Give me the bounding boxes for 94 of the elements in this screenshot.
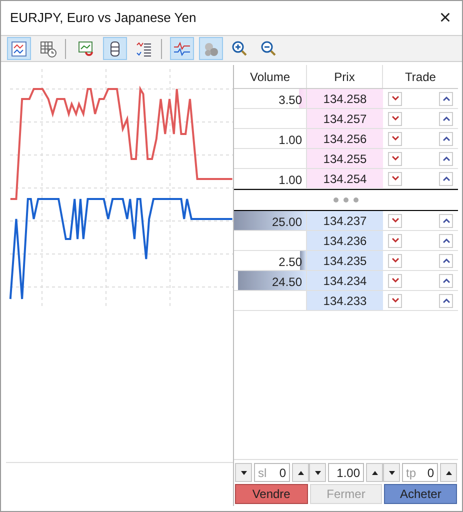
down-triangle-icon bbox=[388, 470, 394, 474]
sell-button[interactable] bbox=[388, 152, 402, 166]
chart-icon bbox=[10, 40, 28, 58]
decrease-button[interactable] bbox=[383, 463, 400, 482]
column-header: Volume bbox=[250, 68, 290, 86]
ellipsis-icon bbox=[333, 197, 359, 203]
buy-button[interactable] bbox=[439, 92, 453, 106]
buy-button[interactable] bbox=[439, 132, 453, 146]
volume-cell-text: 1.00 bbox=[278, 132, 302, 149]
chevron-up-icon bbox=[442, 176, 450, 181]
chevron-up-icon bbox=[442, 116, 450, 121]
chevron-down-icon bbox=[392, 298, 398, 303]
increase-button[interactable] bbox=[366, 463, 383, 482]
chevron-up-icon bbox=[442, 258, 450, 263]
toolbar-button[interactable] bbox=[103, 37, 127, 60]
sell-button[interactable]: Vendre bbox=[235, 484, 308, 504]
sell-button[interactable] bbox=[388, 254, 402, 268]
zoom-in-icon bbox=[231, 40, 249, 58]
sell-button[interactable] bbox=[388, 172, 402, 186]
buy-button[interactable] bbox=[439, 234, 453, 248]
column-header: Prix bbox=[334, 68, 355, 86]
volume-cell-text: 24.50 bbox=[272, 274, 302, 291]
up-triangle-icon bbox=[298, 470, 304, 474]
buy-button[interactable]: Acheter bbox=[384, 484, 458, 504]
sell-button[interactable] bbox=[388, 92, 402, 106]
toolbar-button[interactable] bbox=[170, 37, 194, 60]
volume-field[interactable]: 1.00 bbox=[328, 463, 364, 482]
table-clock-icon bbox=[39, 40, 57, 58]
up-triangle-icon bbox=[446, 470, 452, 474]
increase-button[interactable] bbox=[440, 463, 457, 482]
zoom-out-icon bbox=[260, 40, 278, 58]
chevron-up-icon bbox=[442, 136, 450, 141]
buy-button[interactable] bbox=[439, 172, 453, 186]
chevron-down-icon bbox=[392, 176, 398, 181]
chevron-up-icon bbox=[442, 278, 450, 283]
chevron-down-icon bbox=[392, 156, 398, 161]
chevron-down-icon bbox=[392, 116, 398, 121]
sell-button[interactable] bbox=[388, 132, 402, 146]
chevron-up-icon bbox=[442, 156, 450, 161]
take-profit-field[interactable]: tp 0 bbox=[402, 463, 438, 482]
price-cell-text: 134.235 bbox=[323, 252, 367, 270]
sell-button[interactable] bbox=[388, 294, 402, 308]
decrease-button[interactable] bbox=[309, 463, 326, 482]
buy-button[interactable] bbox=[439, 112, 453, 126]
magnet-chart-icon bbox=[77, 40, 95, 58]
chevron-up-icon bbox=[442, 238, 450, 243]
buy-button[interactable] bbox=[439, 274, 453, 288]
list-icon bbox=[135, 40, 153, 58]
chevron-up-icon bbox=[442, 96, 450, 101]
volume-cell-text: 3.50 bbox=[278, 92, 302, 109]
sell-button[interactable] bbox=[388, 274, 402, 288]
buy-button[interactable] bbox=[439, 254, 453, 268]
price-cell-text: 134.236 bbox=[323, 232, 367, 250]
window-title: EURJPY, Euro vs Japanese Yen bbox=[10, 9, 196, 28]
stop-loss-field[interactable]: sl 0 bbox=[254, 463, 290, 482]
chevron-up-icon bbox=[442, 298, 450, 303]
chevron-down-icon bbox=[392, 136, 398, 141]
down-triangle-icon bbox=[240, 470, 246, 474]
tick-lines-icon bbox=[173, 40, 191, 58]
down-triangle-icon bbox=[314, 470, 320, 474]
chevron-down-icon bbox=[392, 238, 398, 243]
buy-button[interactable] bbox=[439, 152, 453, 166]
field-value: 1.00 bbox=[336, 464, 360, 482]
close-button[interactable]: × bbox=[437, 8, 453, 28]
chevron-up-icon bbox=[442, 218, 450, 223]
field-hint: tp bbox=[406, 464, 416, 482]
column-header: Trade bbox=[405, 68, 436, 86]
chevron-down-icon bbox=[392, 278, 398, 283]
field-value: 0 bbox=[279, 464, 286, 482]
chevron-down-icon bbox=[392, 96, 398, 101]
field-hint: sl bbox=[258, 464, 267, 482]
price-cell-text: 134.254 bbox=[323, 170, 367, 188]
toolbar-button[interactable] bbox=[7, 37, 31, 60]
field-value: 0 bbox=[427, 464, 434, 482]
price-cell-text: 134.237 bbox=[323, 212, 367, 230]
buy-button[interactable] bbox=[439, 294, 453, 308]
volume-cell-text: 1.00 bbox=[278, 172, 302, 189]
sell-button[interactable] bbox=[388, 112, 402, 126]
price-cell-text: 134.233 bbox=[323, 292, 367, 310]
chevron-down-icon bbox=[392, 218, 398, 223]
price-cell-text: 134.258 bbox=[323, 90, 367, 108]
sell-button[interactable] bbox=[388, 214, 402, 228]
up-triangle-icon bbox=[372, 470, 378, 474]
buy-button[interactable] bbox=[439, 214, 453, 228]
volume-cell-text: 25.00 bbox=[272, 214, 302, 231]
price-cell-text: 134.234 bbox=[323, 272, 367, 290]
price-cell-text: 134.255 bbox=[323, 150, 367, 168]
volume-cell-text: 2.50 bbox=[278, 254, 302, 271]
increase-button[interactable] bbox=[292, 463, 309, 482]
decrease-button[interactable] bbox=[235, 463, 252, 482]
chevron-down-icon bbox=[392, 258, 398, 263]
price-cell-text: 134.256 bbox=[323, 130, 367, 148]
price-cell-text: 134.257 bbox=[323, 110, 367, 128]
sell-button[interactable] bbox=[388, 234, 402, 248]
